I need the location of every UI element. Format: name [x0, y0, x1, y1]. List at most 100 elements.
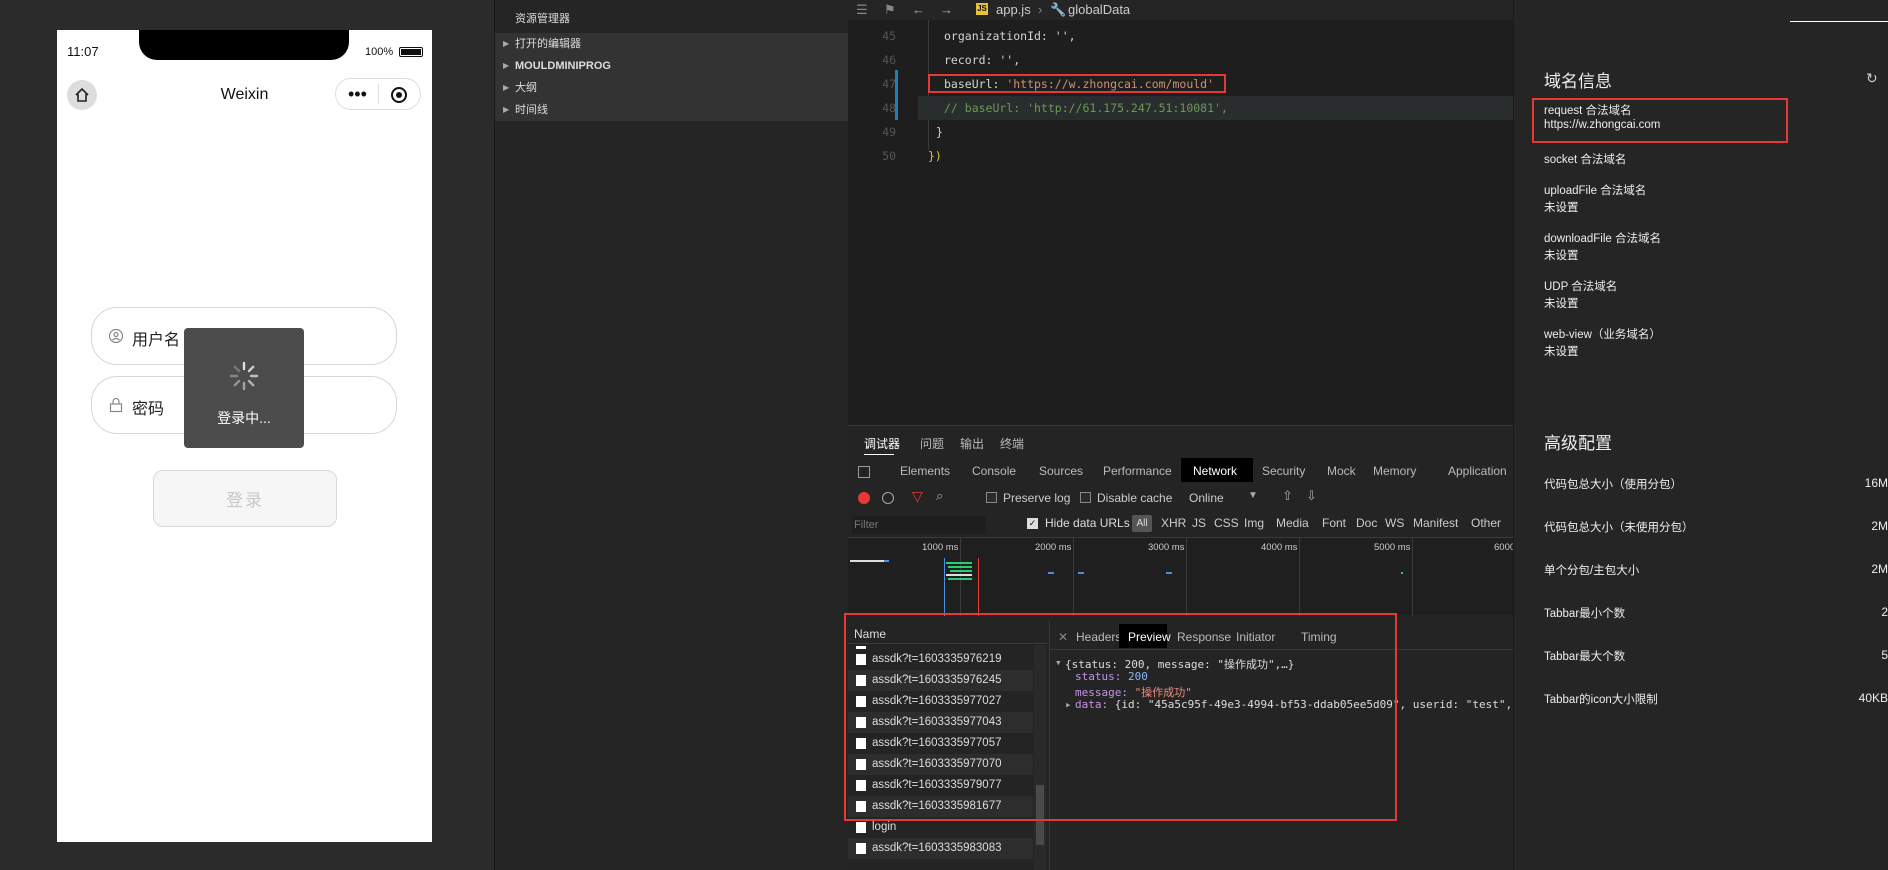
- filter-type-all[interactable]: All: [1132, 515, 1152, 532]
- dom-content-loaded-marker: [944, 558, 945, 616]
- panel-sources[interactable]: Sources: [1039, 464, 1083, 478]
- timeline-label: 6000: [1494, 542, 1516, 553]
- network-timeline-overview[interactable]: 1000 ms 2000 ms 3000 ms 4000 ms 5000 ms …: [848, 537, 1516, 616]
- explorer-panel: 资源管理器 ▶ 打开的编辑器 ▶ MOULDMINIPROG ▶ 大纲 ▶ 时间线: [494, 0, 849, 870]
- explorer-section-open-editors[interactable]: ▶ 打开的编辑器: [495, 33, 849, 55]
- panel-console[interactable]: Console: [972, 464, 1016, 478]
- code-line[interactable]: 46 record: '',: [848, 48, 1513, 72]
- highlight-box-network: [844, 613, 1397, 821]
- timeline-label: 4000 ms: [1261, 542, 1298, 553]
- capsule-menu: •••: [335, 78, 421, 110]
- code-line[interactable]: 50 }): [848, 144, 1513, 168]
- filter-type-css[interactable]: CSS: [1214, 516, 1239, 530]
- filter-type-xhr[interactable]: XHR: [1161, 516, 1186, 530]
- close-miniprogram-icon[interactable]: [391, 87, 407, 103]
- login-button[interactable]: 登录: [153, 470, 337, 527]
- preserve-log-label: Preserve log: [1003, 491, 1071, 505]
- tab-terminal[interactable]: 终端: [1000, 435, 1024, 452]
- advanced-value: 2M: [1871, 562, 1888, 576]
- filter-type-manifest[interactable]: Manifest: [1413, 516, 1458, 530]
- throttle-select[interactable]: Online: [1189, 491, 1224, 505]
- username-placeholder: 用户名: [132, 332, 181, 349]
- tab-issues[interactable]: 问题: [920, 435, 944, 452]
- filter-type-font[interactable]: Font: [1322, 516, 1346, 530]
- advanced-label: Tabbar最小个数: [1544, 608, 1626, 620]
- filter-type-media[interactable]: Media: [1276, 516, 1309, 530]
- hide-data-urls-checkbox[interactable]: ✓: [1027, 518, 1038, 529]
- advanced-config-heading: 高级配置: [1544, 434, 1612, 453]
- tab-output[interactable]: 输出: [960, 435, 984, 452]
- project-config-panel: 域名信息 ↻ request 合法域名 https://w.zhongcai.c…: [1513, 0, 1888, 870]
- filter-type-js[interactable]: JS: [1192, 516, 1206, 530]
- loading-toast: 登录中...: [184, 328, 304, 448]
- disable-cache-checkbox[interactable]: [1080, 492, 1091, 503]
- disable-cache-label: Disable cache: [1097, 491, 1173, 505]
- domain-label-udp: UDP 合法域名: [1544, 281, 1618, 293]
- refresh-icon[interactable]: ↻: [1866, 70, 1878, 87]
- advanced-label: 单个分包/主包大小: [1544, 565, 1640, 577]
- export-har-icon[interactable]: ⇩: [1306, 488, 1317, 504]
- lock-icon: [109, 397, 123, 413]
- wrench-icon: 🔧: [1050, 2, 1067, 17]
- panel-network[interactable]: Network: [1193, 464, 1237, 478]
- filter-icon[interactable]: ▽: [912, 488, 923, 505]
- user-icon: [108, 328, 124, 344]
- panel-application[interactable]: Application: [1448, 464, 1507, 478]
- advanced-label: Tabbar的icon大小限制: [1544, 694, 1658, 706]
- request-row[interactable]: assdk?t=1603335983083: [848, 838, 1033, 859]
- timeline-label: 3000 ms: [1148, 542, 1185, 553]
- code-editor: ☰ ⚑ ← → JS app.js › 🔧 globalData 45 orga…: [848, 0, 1513, 425]
- preserve-log-checkbox[interactable]: [986, 492, 997, 503]
- more-icon[interactable]: •••: [348, 85, 367, 103]
- panel-mock[interactable]: Mock: [1327, 464, 1356, 478]
- inspect-element-icon[interactable]: [858, 466, 870, 478]
- advanced-label: 代码包总大小（未使用分包）: [1544, 522, 1694, 534]
- status-time: 11:07: [67, 44, 99, 59]
- domain-info-heading: 域名信息: [1544, 72, 1612, 91]
- filter-input[interactable]: Filter: [852, 516, 986, 534]
- active-tab-underline: [864, 454, 894, 455]
- panel-elements[interactable]: Elements: [900, 464, 950, 478]
- domain-label-socket: socket 合法域名: [1544, 154, 1627, 166]
- document-icon: [856, 843, 866, 854]
- code-line[interactable]: 49 }: [848, 120, 1513, 144]
- search-icon[interactable]: ⌕: [936, 488, 943, 504]
- domain-label-download: downloadFile 合法域名: [1544, 233, 1661, 245]
- explorer-section-outline[interactable]: ▶ 大纲: [495, 77, 849, 99]
- breadcrumb-file[interactable]: app.js: [996, 2, 1031, 17]
- back-arrow-icon[interactable]: ←: [912, 2, 925, 17]
- highlight-box-request-domain: [1532, 98, 1788, 143]
- expand-icon: ▶: [503, 83, 510, 92]
- filter-type-other[interactable]: Other: [1471, 516, 1501, 530]
- code-line[interactable]: 45 organizationId: '',: [848, 24, 1513, 48]
- bookmark-icon[interactable]: ⚑: [884, 2, 896, 18]
- chevron-down-icon[interactable]: ▼: [1248, 490, 1258, 501]
- advanced-value: 5: [1881, 648, 1888, 662]
- panel-memory[interactable]: Memory: [1373, 464, 1416, 478]
- domain-value-udp: 未设置: [1544, 298, 1579, 310]
- breadcrumb: ☰ ⚑ ← → JS app.js › 🔧 globalData: [848, 0, 1513, 20]
- tab-debugger[interactable]: 调试器: [864, 435, 900, 452]
- filter-type-doc[interactable]: Doc: [1356, 516, 1377, 530]
- advanced-label: 代码包总大小（使用分包）: [1544, 479, 1682, 491]
- explorer-section-project[interactable]: ▶ MOULDMINIPROG: [495, 55, 849, 77]
- import-har-icon[interactable]: ⇧: [1282, 488, 1293, 504]
- document-icon: [856, 822, 866, 833]
- timeline-label: 2000 ms: [1035, 542, 1072, 553]
- breadcrumb-symbol[interactable]: globalData: [1068, 2, 1130, 17]
- toast-text: 登录中...: [217, 410, 271, 426]
- domain-value-upload: 未设置: [1544, 202, 1579, 214]
- panel-security[interactable]: Security: [1262, 464, 1305, 478]
- advanced-value: 16M: [1864, 476, 1888, 490]
- filter-type-ws[interactable]: WS: [1385, 516, 1404, 530]
- filter-type-img[interactable]: Img: [1244, 516, 1264, 530]
- status-battery-text: 100%: [365, 46, 394, 58]
- load-marker: [978, 558, 979, 616]
- record-icon[interactable]: [858, 492, 870, 504]
- forward-arrow-icon[interactable]: →: [940, 2, 953, 17]
- explorer-section-timeline[interactable]: ▶ 时间线: [495, 99, 849, 121]
- code-line[interactable]: 48 // baseUrl: 'http://61.175.247.51:100…: [848, 96, 1513, 120]
- panel-performance[interactable]: Performance: [1103, 464, 1172, 478]
- clear-icon[interactable]: [882, 492, 894, 504]
- list-icon[interactable]: ☰: [856, 2, 868, 18]
